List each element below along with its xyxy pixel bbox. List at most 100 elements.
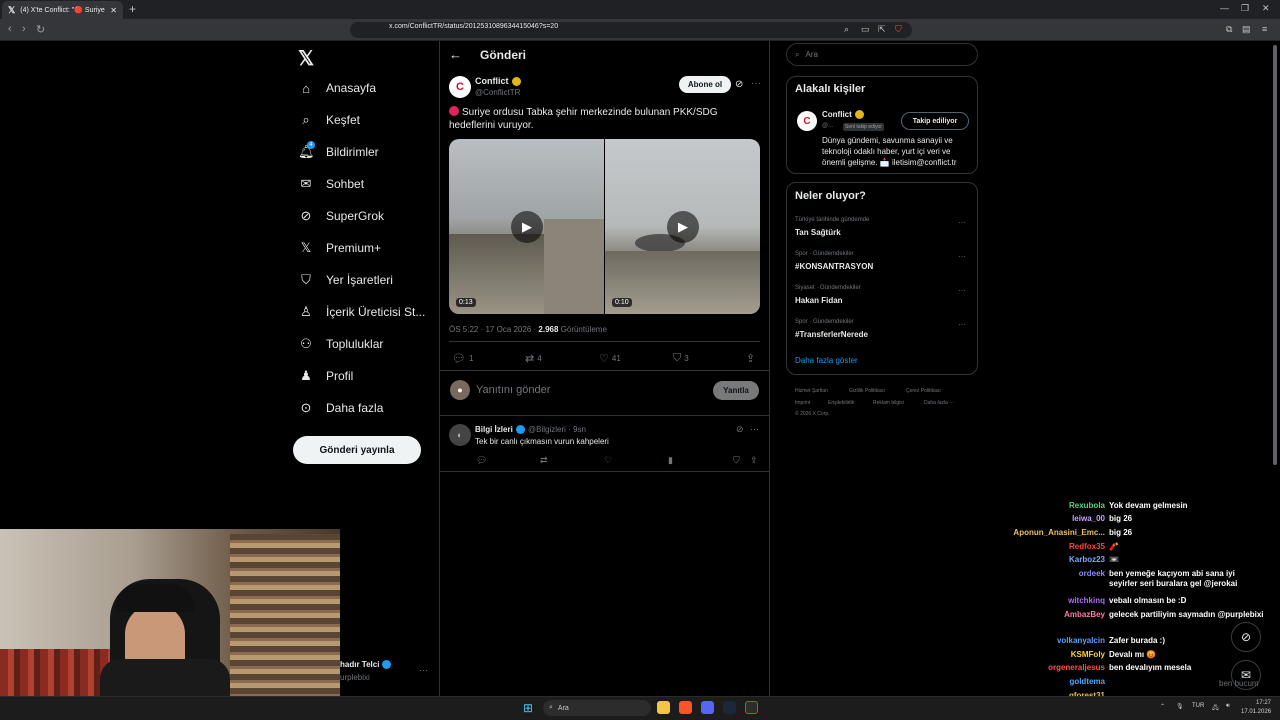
post-button[interactable]: Gönderi yayınla: [293, 436, 421, 464]
taskbar-search[interactable]: ⌕ Ara: [543, 700, 651, 716]
cast-icon[interactable]: ▭: [861, 24, 870, 35]
footer-link[interactable]: Gizlilik Politikası: [849, 388, 885, 394]
reply-button[interactable]: Yanıtla: [713, 381, 759, 400]
brave-shield-icon[interactable]: ⛉: [895, 24, 902, 35]
play-icon[interactable]: ▶: [511, 211, 543, 243]
trends-card: [786, 182, 978, 375]
footer-link[interactable]: Hizmet Şartları: [795, 388, 828, 394]
sidebar-item-8[interactable]: ♙ İçerik Üreticisi St...: [298, 301, 425, 323]
sidebar-item-5[interactable]: ⊘ SuperGrok: [298, 205, 384, 227]
tray-chevron-icon[interactable]: ⌃: [1160, 703, 1165, 710]
sidebar-item-1[interactable]: ⌂ Anasayfa: [298, 77, 376, 99]
brave-icon[interactable]: [679, 701, 692, 714]
author-avatar[interactable]: C: [449, 76, 471, 98]
tab-active[interactable]: 𝕏 (4) X'te Conflict: "🔴 Suriye ordu ✕: [2, 1, 123, 19]
minimize-icon[interactable]: —: [1220, 3, 1229, 13]
reload-icon[interactable]: ↻: [36, 23, 45, 36]
trend-name[interactable]: #KONSANTRASYON: [795, 262, 873, 271]
sidebar-item-4[interactable]: ✉ Sohbet: [298, 173, 365, 195]
sidebar-item-2[interactable]: ⌕ Keşfet: [298, 109, 360, 131]
reply-author-name[interactable]: Bilgi İzleri: [475, 425, 525, 435]
sidebar-item-10[interactable]: ♟ Profil: [298, 365, 353, 387]
sidebar-toggle-icon[interactable]: ▤: [1242, 24, 1251, 35]
trend-name[interactable]: #TransferlerNerede: [795, 330, 868, 339]
grok-icon[interactable]: ⊘: [736, 424, 744, 435]
clock-date[interactable]: 17.01.2026: [1241, 709, 1271, 715]
window-close-icon[interactable]: ✕: [1262, 3, 1270, 14]
network-icon[interactable]: 🖧︎: [1212, 703, 1219, 713]
reply-avatar[interactable]: ◐: [449, 424, 471, 446]
lang-indicator[interactable]: TUR: [1192, 703, 1204, 709]
obs-icon[interactable]: [745, 701, 758, 714]
browser-toolbar: ‹ › ↻ 🔖︎: [0, 19, 1280, 41]
share-action[interactable]: ⇪: [746, 352, 755, 365]
discord-icon[interactable]: [701, 701, 714, 714]
trend-name[interactable]: Hakan Fidan: [795, 296, 843, 305]
grok-icon[interactable]: ⊘: [735, 79, 743, 90]
back-arrow-icon[interactable]: ←: [449, 47, 462, 62]
new-tab-icon[interactable]: +: [129, 2, 136, 16]
sidebar-item-7[interactable]: ⛉ Yer İşaretleri: [298, 269, 393, 291]
author-handle[interactable]: @ConflictTR: [475, 88, 520, 97]
menu-icon[interactable]: ≡: [1262, 24, 1267, 34]
related-avatar[interactable]: C: [797, 111, 817, 131]
start-icon[interactable]: ⊞: [523, 701, 533, 715]
footer-link[interactable]: Daha fazla ···: [924, 400, 954, 406]
following-button[interactable]: Takip ediliyor: [901, 112, 969, 130]
reply-input[interactable]: Yanıtını gönder: [476, 384, 550, 396]
reply-action[interactable]: 💬︎ 1: [452, 352, 473, 365]
chat-username: witchkinq: [1068, 596, 1105, 605]
related-name[interactable]: Conflict: [822, 110, 864, 120]
reply-icon[interactable]: 💬︎: [476, 455, 487, 466]
repost-action[interactable]: ⇄ 4: [525, 352, 542, 365]
sidebar-item-9[interactable]: ⚇ Topluluklar: [298, 333, 383, 355]
more-options-icon[interactable]: ···: [751, 78, 761, 89]
video-player-1[interactable]: ▶ 0:13: [449, 139, 604, 314]
reply-text: Tek bir canlı çıkmasın vurun kahpeleri: [475, 437, 609, 446]
file-explorer-icon[interactable]: [657, 701, 670, 714]
play-icon[interactable]: ▶: [667, 211, 699, 243]
video-player-2[interactable]: ▶ 0:10: [605, 139, 760, 314]
mic-icon[interactable]: 🎙︎: [1176, 703, 1184, 710]
url-text[interactable]: x.com/ConflictTR/status/2012531089634415…: [389, 23, 558, 30]
heart-icon[interactable]: ♡: [604, 455, 612, 466]
share-icon[interactable]: ⇱: [878, 24, 886, 35]
zoom-icon[interactable]: ⌕: [844, 24, 849, 35]
show-more-link[interactable]: Daha fazla göster: [795, 356, 858, 365]
trend-more-icon[interactable]: ···: [958, 252, 966, 261]
scrollbar[interactable]: [1273, 45, 1277, 465]
volume-icon[interactable]: 🔊︎: [1226, 703, 1230, 710]
more-options-icon[interactable]: ···: [750, 424, 759, 434]
subscribe-button[interactable]: Abone ol: [679, 76, 731, 93]
account-menu-icon[interactable]: ···: [419, 665, 428, 675]
search-input[interactable]: ⌕ Ara: [786, 43, 978, 66]
share-icon[interactable]: ⇪: [750, 455, 758, 466]
footer-link[interactable]: Reklam bilgisi: [873, 400, 904, 406]
footer-link[interactable]: Çerez Politikası: [906, 388, 941, 394]
repost-icon[interactable]: ⇄: [540, 455, 548, 466]
maximize-icon[interactable]: ❐: [1241, 3, 1249, 14]
grok-fab-icon[interactable]: ⊘: [1231, 622, 1261, 652]
sidebar-item-6[interactable]: 𝕏 Premium+: [298, 237, 381, 259]
sidebar-item-3[interactable]: 🔔︎ Bildirimler 4: [298, 141, 379, 163]
trend-more-icon[interactable]: ···: [958, 218, 966, 227]
sidebar-item-11[interactable]: ⊙ Daha fazla: [298, 397, 384, 419]
footer-link[interactable]: Erişilebilirlik: [828, 400, 854, 406]
trend-name[interactable]: Tan Sağtürk: [795, 228, 841, 237]
extensions-icon[interactable]: ⧉: [1226, 24, 1232, 35]
bookmark-icon[interactable]: ⛉: [733, 455, 740, 466]
steam-icon[interactable]: [723, 701, 736, 714]
clock-time[interactable]: 17:27: [1243, 700, 1271, 706]
trend-more-icon[interactable]: ···: [958, 320, 966, 329]
like-action[interactable]: ♡ 41: [599, 352, 621, 365]
account-name[interactable]: hadır Telci: [340, 660, 392, 670]
trend-more-icon[interactable]: ···: [958, 286, 966, 295]
footer-link[interactable]: Imprint: [795, 400, 810, 406]
bookmark-action[interactable]: ⛉ 3: [673, 352, 689, 365]
close-tab-icon[interactable]: ✕: [110, 6, 117, 15]
forward-nav-icon[interactable]: ›: [22, 23, 26, 35]
author-name[interactable]: Conflict: [475, 76, 521, 87]
back-nav-icon[interactable]: ‹: [8, 23, 12, 35]
x-logo-icon[interactable]: 𝕏: [298, 46, 314, 71]
analytics-icon[interactable]: ▮: [668, 455, 673, 466]
